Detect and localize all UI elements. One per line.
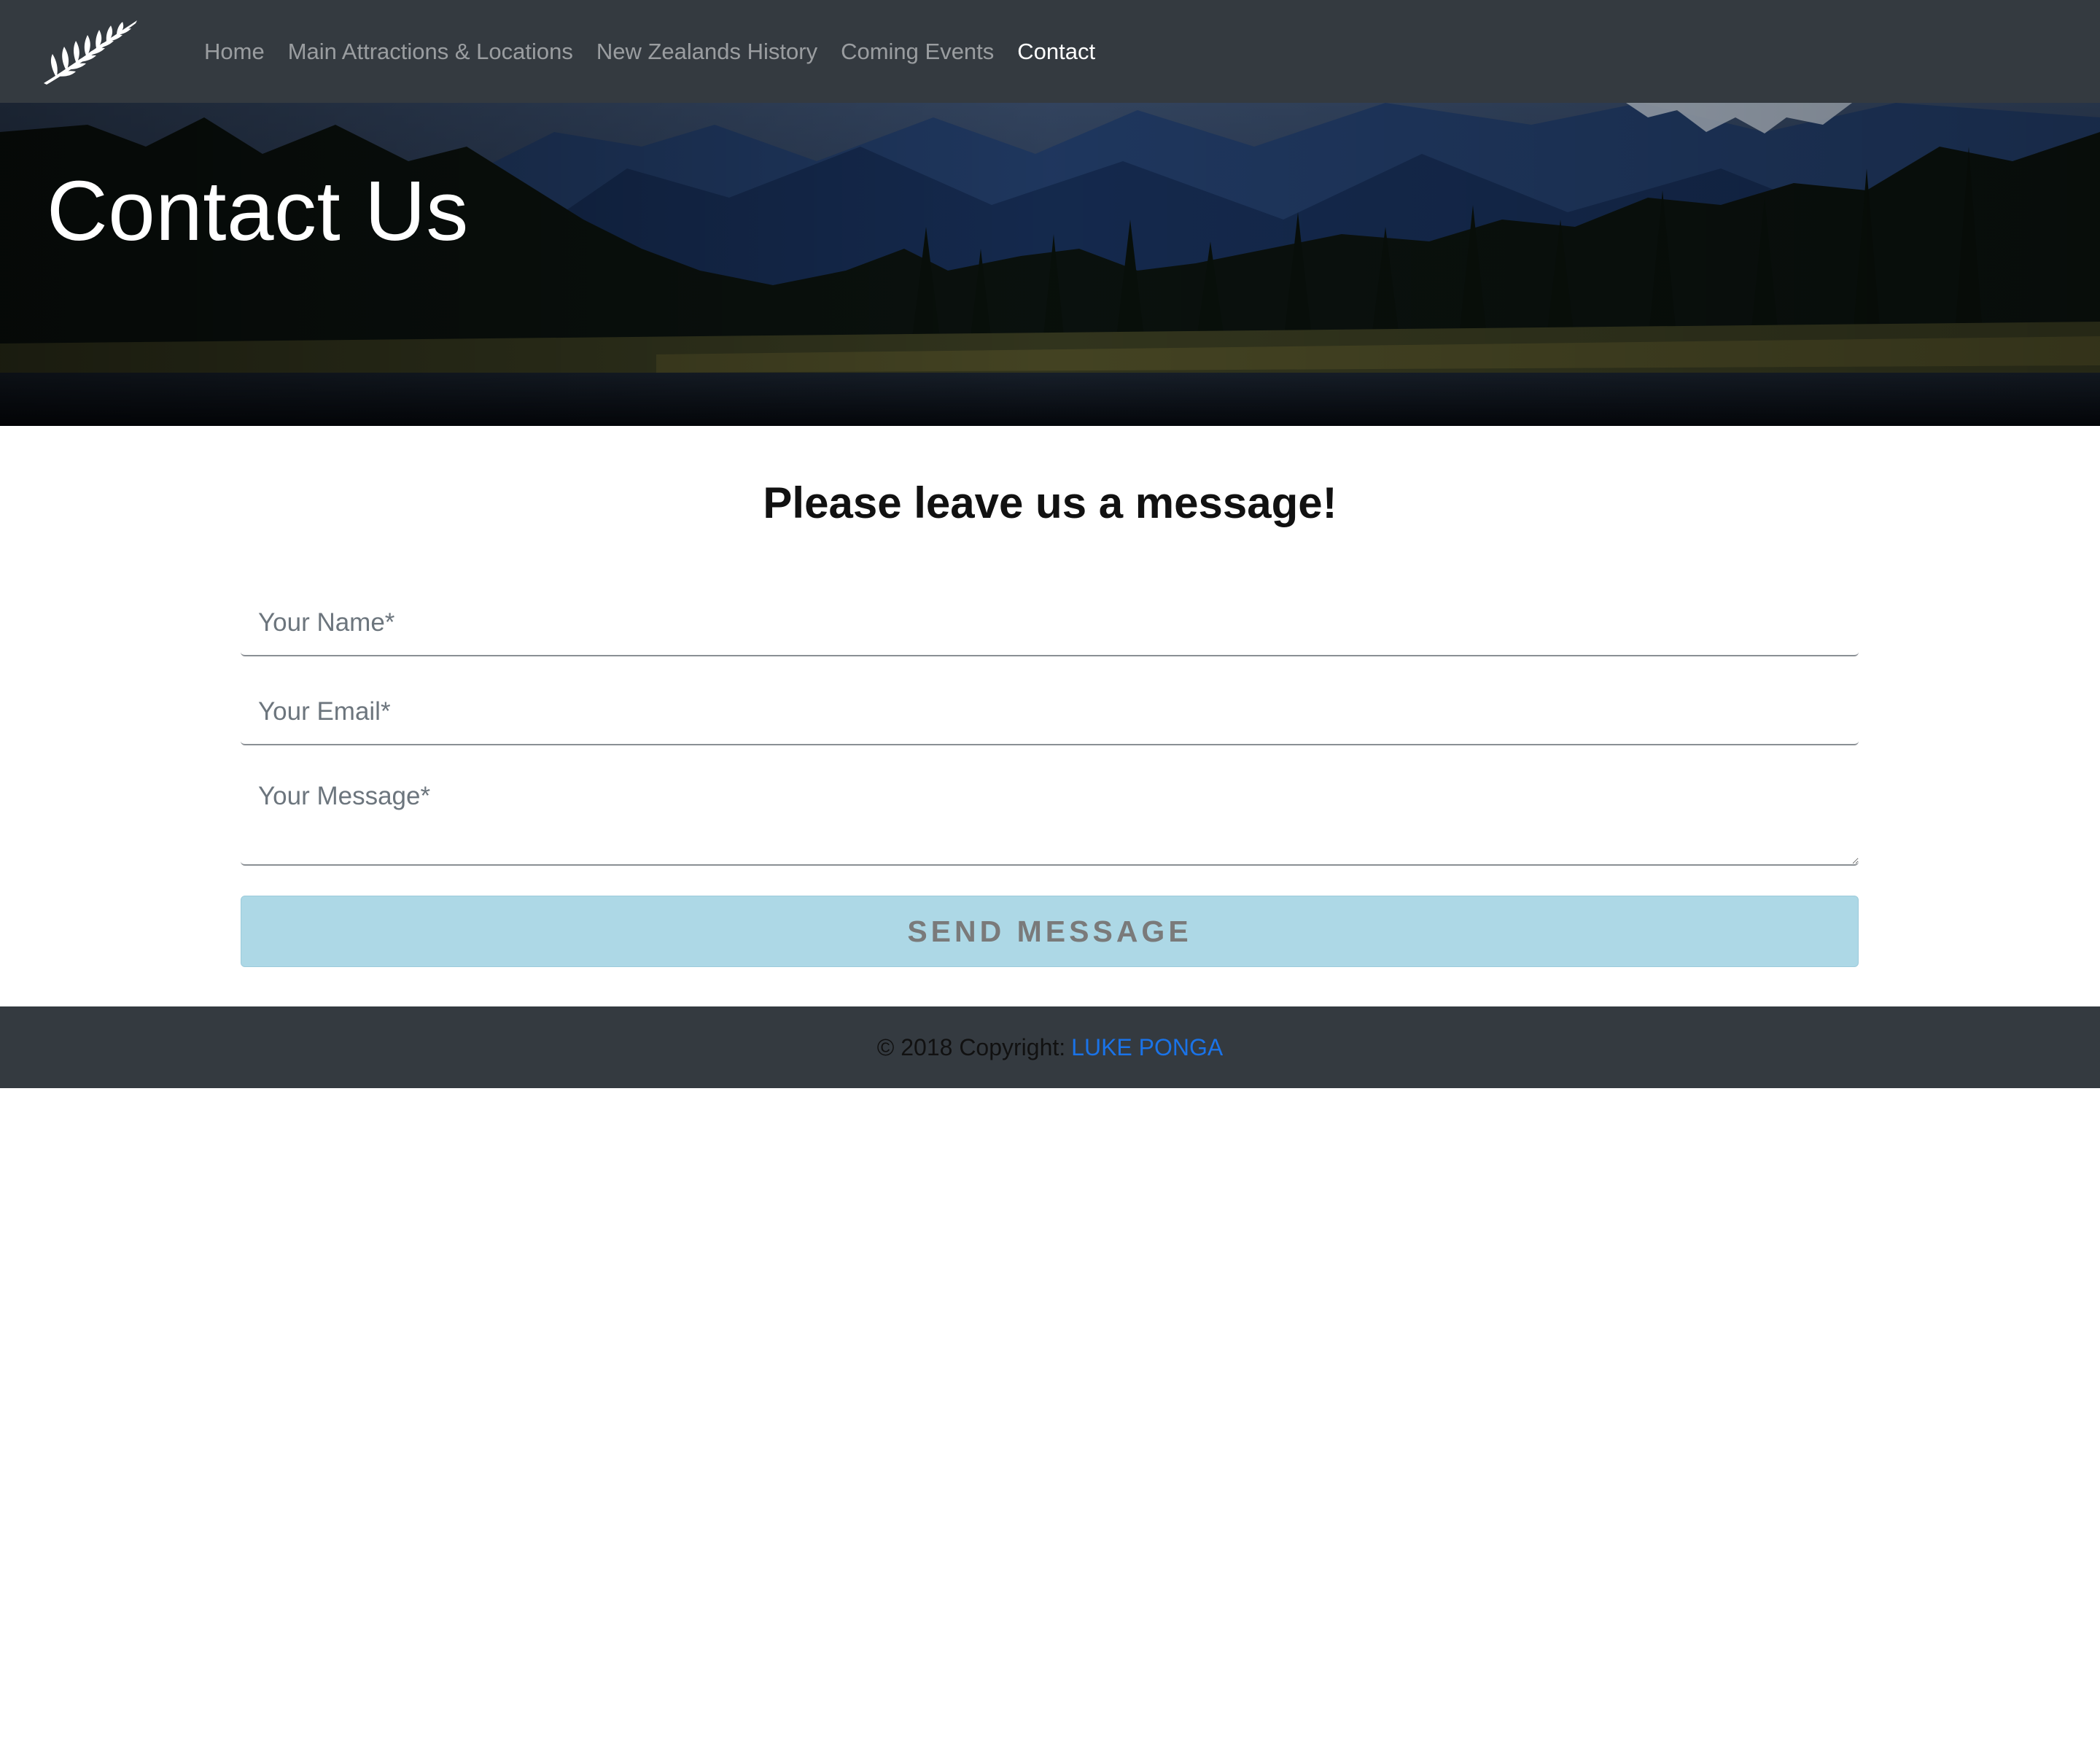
nav-link-main-attractions[interactable]: Main Attractions & Locations — [288, 40, 573, 63]
hero-banner: Contact Us — [0, 103, 2100, 426]
footer-author-link[interactable]: LUKE PONGA — [1071, 1034, 1223, 1061]
form-heading: Please leave us a message! — [763, 478, 1337, 527]
nav-link-home[interactable]: Home — [204, 40, 265, 63]
nav-links: Home Main Attractions & Locations New Ze… — [204, 0, 1119, 103]
send-message-button[interactable]: SEND MESSAGE — [241, 896, 1859, 967]
email-input[interactable] — [241, 680, 1859, 745]
message-textarea[interactable] — [241, 773, 1859, 866]
nav-link-coming-events[interactable]: Coming Events — [841, 40, 994, 63]
footer: © 2018 Copyright: LUKE PONGA — [0, 1006, 2100, 1088]
name-input[interactable] — [241, 591, 1859, 656]
page-title: Contact Us — [47, 163, 469, 258]
nav-link-contact[interactable]: Contact — [1017, 40, 1095, 63]
footer-copyright: © 2018 Copyright: — [876, 1033, 1066, 1060]
nav-link-history[interactable]: New Zealands History — [596, 40, 817, 63]
hero-landscape-image — [0, 103, 2100, 426]
silver-fern-logo-icon[interactable] — [41, 16, 140, 86]
navbar: Home Main Attractions & Locations New Ze… — [0, 0, 2100, 103]
